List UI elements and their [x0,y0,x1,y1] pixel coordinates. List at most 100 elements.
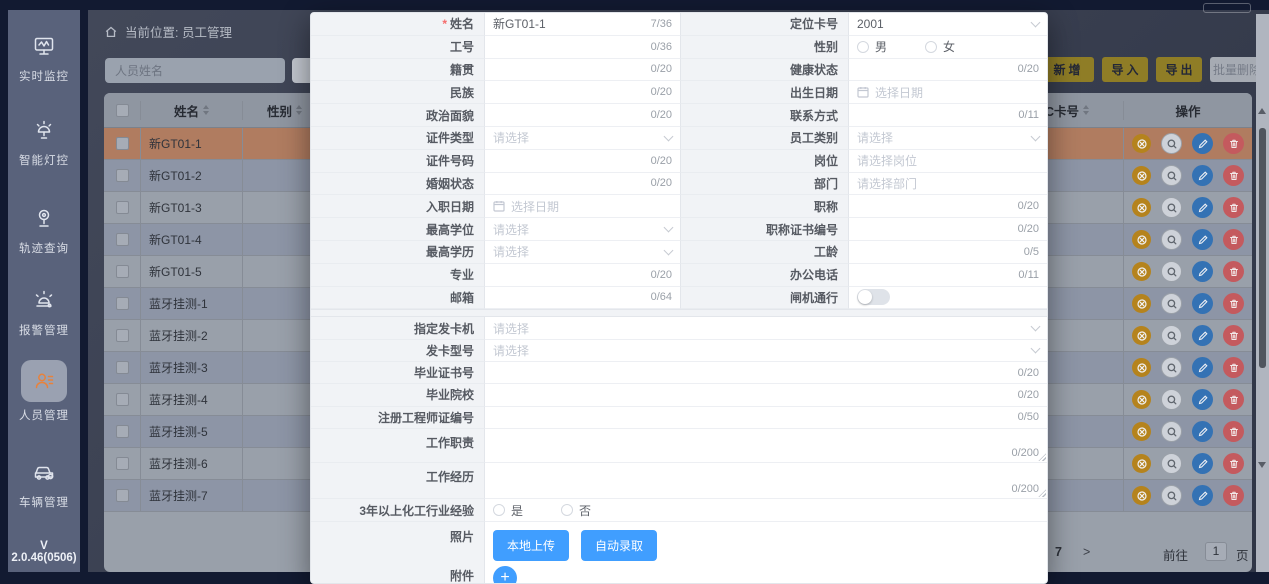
edit-button[interactable] [1192,197,1213,218]
view-button[interactable] [1161,133,1182,154]
view-button[interactable] [1161,357,1182,378]
edit-button[interactable] [1192,229,1213,250]
edit-button[interactable] [1192,293,1213,314]
field-email[interactable]: 0/64 [485,287,680,310]
delete-button[interactable] [1223,325,1244,346]
field-title-cert-no[interactable]: 0/20 [849,218,1047,241]
sidebar-item-personnel-management[interactable]: 人员管理 [8,360,80,423]
field-card-model[interactable]: 请选择 [485,340,1047,362]
field-hire-date[interactable]: 选择日期 [485,195,680,218]
delete-button[interactable] [1223,229,1244,250]
row-checkbox[interactable] [116,361,129,374]
edit-button[interactable] [1192,133,1213,154]
block-card-button[interactable] [1132,166,1151,185]
radio-option[interactable]: 是 [493,502,523,519]
field-office-phone[interactable]: 0/11 [849,264,1047,287]
delete-button[interactable] [1223,357,1244,378]
field-ethnicity[interactable]: 0/20 [485,81,680,104]
delete-button[interactable] [1223,197,1244,218]
field-gate-access[interactable] [849,287,1047,310]
field-health-status[interactable]: 0/20 [849,59,1047,82]
radio-option[interactable]: 男 [857,38,887,55]
field-employee-category[interactable]: 请选择 [849,127,1047,150]
radio-option[interactable]: 否 [561,502,591,519]
field-contact[interactable]: 0/11 [849,104,1047,127]
row-checkbox[interactable] [116,297,129,310]
edit-button[interactable] [1192,325,1213,346]
block-card-button[interactable] [1132,358,1151,377]
view-button[interactable] [1161,165,1182,186]
view-button[interactable] [1161,421,1182,442]
edit-button[interactable] [1192,261,1213,282]
sidebar-item-smart-light[interactable]: 智能灯控 [8,118,80,168]
delete-button[interactable] [1223,165,1244,186]
field-position-card[interactable]: 2001 [849,13,1047,36]
textarea-resize-handle[interactable] [1038,489,1046,497]
delete-button[interactable] [1223,421,1244,442]
view-button[interactable] [1161,485,1182,506]
field-highest-degree[interactable]: 请选择 [485,218,680,241]
block-card-button[interactable] [1132,198,1151,217]
add-attachment-button[interactable]: + [493,566,517,584]
gate-access-toggle[interactable] [857,289,890,305]
delete-button[interactable] [1223,389,1244,410]
sidebar-item-realtime-monitor[interactable]: 实时监控 [8,34,80,84]
field-department[interactable]: 请选择部门 [849,173,1047,196]
block-card-button[interactable] [1132,390,1151,409]
next-page-button[interactable]: > [1083,545,1090,559]
row-checkbox[interactable] [116,169,129,182]
view-button[interactable] [1161,293,1182,314]
row-checkbox[interactable] [116,265,129,278]
field-title[interactable]: 0/20 [849,195,1047,218]
sort-caret-icon[interactable] [296,105,302,115]
field-gender[interactable]: 男女 [849,36,1047,59]
textarea-resize-handle[interactable] [1038,453,1046,461]
field-birth-date[interactable]: 选择日期 [849,81,1047,104]
delete-button[interactable] [1223,293,1244,314]
row-checkbox[interactable] [116,393,129,406]
row-checkbox[interactable] [116,457,129,470]
block-card-button[interactable] [1132,134,1151,153]
view-button[interactable] [1161,453,1182,474]
row-checkbox[interactable] [116,233,129,246]
block-card-button[interactable] [1132,422,1151,441]
block-card-button[interactable] [1132,454,1151,473]
field-id-type[interactable]: 请选择 [485,127,680,150]
field-job-duty[interactable]: 0/200 [485,429,1047,464]
field-political-status[interactable]: 0/20 [485,104,680,127]
export-button[interactable]: 导出 [1156,57,1202,82]
row-checkbox[interactable] [116,137,129,150]
field-native-place[interactable]: 0/20 [485,59,680,82]
view-button[interactable] [1161,325,1182,346]
block-card-button[interactable] [1132,326,1151,345]
sort-caret-icon[interactable] [1083,105,1089,115]
sidebar-item-alarm-management[interactable]: 报警管理 [8,288,80,338]
page-number-last[interactable]: 7 [1055,545,1062,559]
local-upload-button[interactable]: 本地上传 [493,530,569,561]
field-work-experience[interactable]: 0/200 [485,463,1047,499]
block-card-button[interactable] [1132,262,1151,281]
view-button[interactable] [1161,197,1182,218]
scroll-down-arrow[interactable] [1258,462,1266,468]
search-input[interactable] [105,58,285,83]
row-checkbox[interactable] [116,425,129,438]
field-graduate-school[interactable]: 0/20 [485,384,1047,406]
field-engineer-cert-no[interactable]: 0/50 [485,407,1047,429]
field-photo[interactable]: 本地上传自动录取 [485,522,1047,562]
field-highest-education[interactable]: 请选择 [485,241,680,264]
select-all-checkbox[interactable] [116,104,129,117]
edit-button[interactable] [1192,357,1213,378]
field-service-years[interactable]: 0/5 [849,241,1047,264]
view-button[interactable] [1161,389,1182,410]
field-marital-status[interactable]: 0/20 [485,173,680,196]
edit-button[interactable] [1192,165,1213,186]
delete-button[interactable] [1223,453,1244,474]
import-button[interactable]: 导入 [1102,57,1148,82]
field-card-issuer[interactable]: 请选择 [485,317,1047,339]
block-card-button[interactable] [1132,486,1151,505]
delete-button[interactable] [1223,261,1244,282]
view-button[interactable] [1161,229,1182,250]
sidebar-item-vehicle-management[interactable]: 车辆管理 [8,460,80,510]
scrollbar-thumb[interactable] [1259,128,1266,368]
add-button[interactable]: 新增 [1040,57,1094,82]
